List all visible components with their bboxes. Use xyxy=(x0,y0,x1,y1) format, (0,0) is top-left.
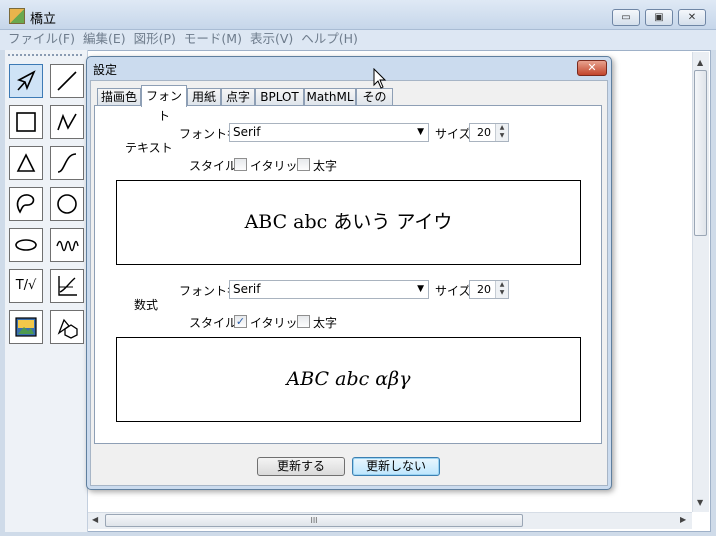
checkmark-icon: ✓ xyxy=(235,315,246,328)
tool-triangle[interactable] xyxy=(9,146,43,180)
image-icon xyxy=(15,317,37,337)
menu-edit[interactable]: 編集(E) xyxy=(79,30,130,47)
minimize-button[interactable]: ▭ xyxy=(612,9,640,26)
triangle-icon xyxy=(16,153,36,172)
tool-freeform[interactable] xyxy=(9,187,43,221)
tab-draw-color[interactable]: 描画色 xyxy=(97,88,141,106)
menu-mode[interactable]: モード(M) xyxy=(180,30,246,47)
no-update-button[interactable]: 更新しない xyxy=(352,457,440,476)
line-icon xyxy=(57,71,77,91)
tool-polyline[interactable] xyxy=(50,105,84,139)
graph-axes-icon xyxy=(58,276,77,296)
menu-help[interactable]: ヘルプ(H) xyxy=(297,30,362,47)
vertical-scroll-thumb[interactable] xyxy=(694,70,707,236)
rectangle-icon xyxy=(16,112,36,132)
math-size-spinner[interactable]: 20 ▲ ▼ xyxy=(469,280,509,299)
math-preview: ABC abc αβγ xyxy=(286,368,411,390)
tool-rectangle[interactable] xyxy=(9,105,43,139)
scroll-down-icon[interactable]: ▼ xyxy=(697,498,703,507)
polyline-icon xyxy=(57,113,77,131)
tab-other[interactable]: その他 xyxy=(356,88,393,120)
chevron-down-icon: ▼ xyxy=(417,127,424,137)
text-size-value: 20 xyxy=(477,126,491,139)
tab-mathml[interactable]: MathML xyxy=(304,88,356,106)
tab-paper[interactable]: 用紙 xyxy=(187,88,221,106)
math-preview-box: ABC abc αβγ xyxy=(116,337,581,422)
text-preview-box: ABC abc あいう アイウ xyxy=(116,180,581,265)
tool-wave[interactable] xyxy=(50,228,84,262)
math-section-heading: 数式 xyxy=(134,298,159,312)
tool-ellipse[interactable] xyxy=(9,228,43,262)
mouse-cursor-icon xyxy=(373,68,387,89)
tool-graph[interactable] xyxy=(50,269,84,303)
freeform-shape-icon xyxy=(16,194,35,214)
wave-icon xyxy=(56,240,79,252)
select-arrow-icon xyxy=(16,70,36,91)
tool-circle[interactable] xyxy=(50,187,84,221)
app-icon xyxy=(9,8,25,24)
text-italic-checkbox[interactable] xyxy=(234,158,247,171)
text-bold-label: 太字 xyxy=(313,159,338,173)
text-style-label: スタイル xyxy=(189,159,238,173)
spinner-arrows-icon[interactable]: ▲ ▼ xyxy=(495,281,508,298)
math-bold-label: 太字 xyxy=(313,316,338,330)
tool-select[interactable] xyxy=(9,64,43,98)
math-size-label: サイズ xyxy=(435,284,471,298)
dialog-close-button[interactable]: ✕ xyxy=(577,60,607,76)
scroll-left-icon[interactable]: ◀ xyxy=(92,515,98,524)
scroll-right-icon[interactable]: ▶ xyxy=(680,515,686,524)
tool-line[interactable] xyxy=(50,64,84,98)
menu-file[interactable]: ファイル(F) xyxy=(0,30,79,47)
math-style-label: スタイル xyxy=(189,316,238,330)
tab-braille[interactable]: 点字 xyxy=(221,88,255,106)
close-window-button[interactable]: ✕ xyxy=(678,9,706,26)
curve-icon xyxy=(57,153,77,173)
tool-solid[interactable] xyxy=(50,310,84,344)
text-preview: ABC abc あいう アイウ xyxy=(244,211,453,233)
scroll-up-icon[interactable]: ▲ xyxy=(697,58,703,67)
tab-font[interactable]: フォント xyxy=(141,85,187,123)
tool-text-math[interactable]: T/√ xyxy=(9,269,43,303)
text-size-label: サイズ xyxy=(435,127,471,141)
maximize-button[interactable]: ▣ xyxy=(645,9,673,26)
ellipse-icon xyxy=(15,239,37,251)
dialog-title: 設定 xyxy=(93,63,118,77)
tool-image[interactable] xyxy=(9,310,43,344)
tool-curve[interactable] xyxy=(50,146,84,180)
menu-view[interactable]: 表示(V) xyxy=(246,30,297,47)
update-button[interactable]: 更新する xyxy=(257,457,345,476)
text-font-select[interactable]: Serif ▼ xyxy=(229,123,429,142)
text-bold-checkbox[interactable] xyxy=(297,158,310,171)
chevron-down-icon: ▼ xyxy=(417,284,424,294)
math-italic-checkbox[interactable]: ✓ xyxy=(234,315,247,328)
tab-bplot[interactable]: BPLOT xyxy=(255,88,304,106)
text-font-value: Serif xyxy=(233,125,261,139)
math-font-select[interactable]: Serif ▼ xyxy=(229,280,429,299)
circle-icon xyxy=(57,194,77,214)
window-title: 橋立 xyxy=(30,12,57,27)
text-math-icon: T/√ xyxy=(15,278,37,293)
math-size-value: 20 xyxy=(477,283,491,296)
math-font-value: Serif xyxy=(233,282,261,296)
solid-shape-icon xyxy=(57,318,78,339)
spinner-arrows-icon[interactable]: ▲ ▼ xyxy=(495,124,508,141)
text-size-spinner[interactable]: 20 ▲ ▼ xyxy=(469,123,509,142)
palette-grip[interactable] xyxy=(8,54,82,58)
math-bold-checkbox[interactable] xyxy=(297,315,310,328)
text-section-heading: テキスト xyxy=(125,141,173,155)
menu-shape[interactable]: 図形(P) xyxy=(130,30,180,47)
horizontal-scroll-thumb[interactable]: III xyxy=(105,514,523,527)
menu-bar: ファイル(F) 編集(E) 図形(P) モード(M) 表示(V) ヘルプ(H) xyxy=(0,30,716,50)
title-bar: 橋立 ▭ ▣ ✕ xyxy=(0,0,716,30)
